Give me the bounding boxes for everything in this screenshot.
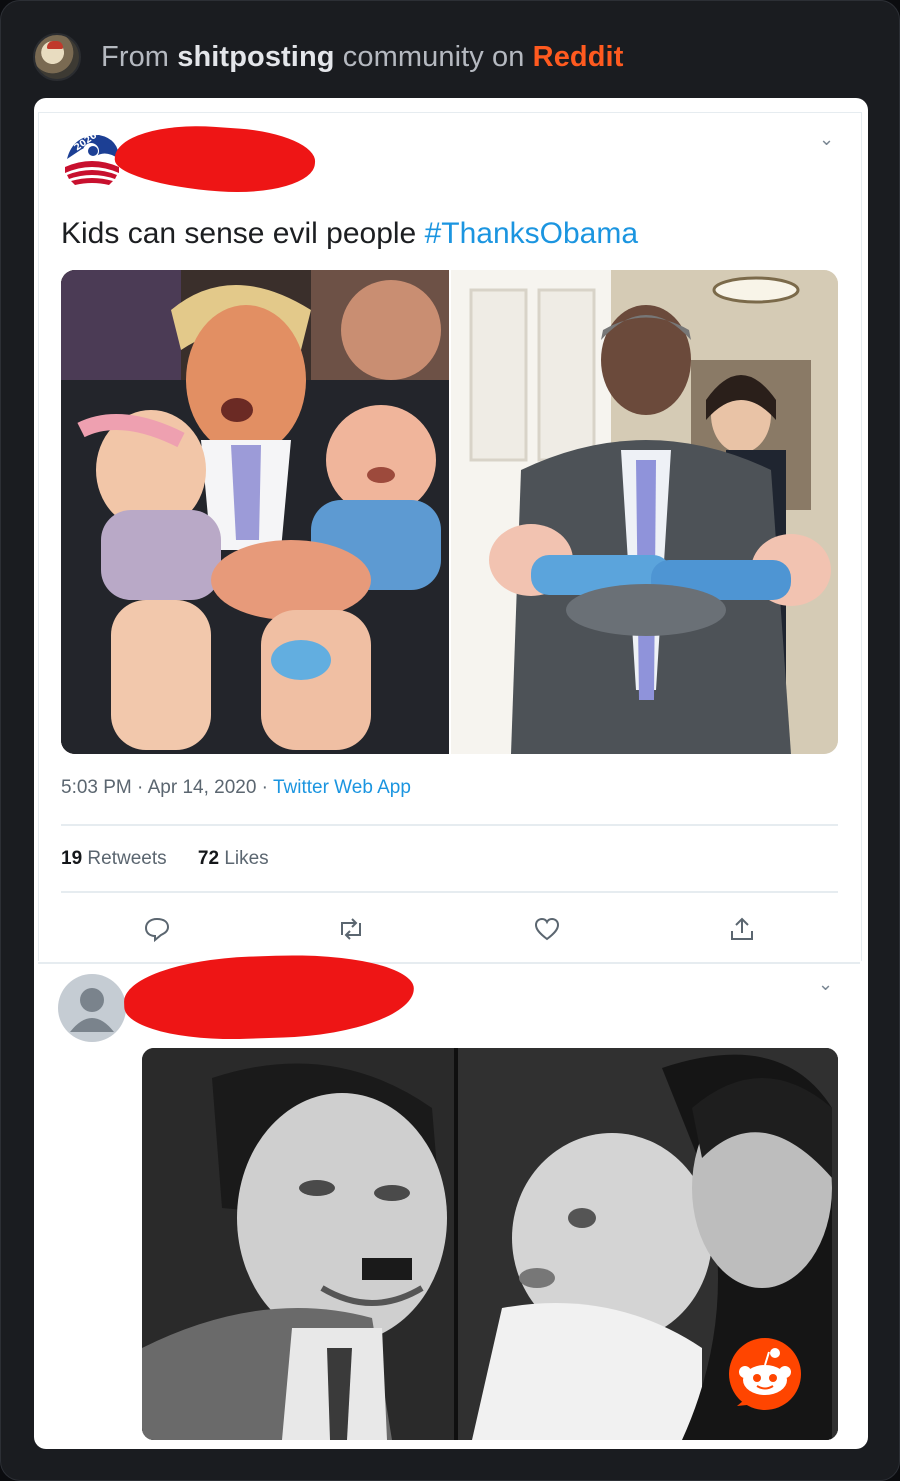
source-middle: community on: [342, 40, 525, 73]
tweet-photo-right[interactable]: [451, 270, 838, 754]
chevron-down-icon[interactable]: ⌄: [819, 129, 834, 150]
avatar-placeholder-icon[interactable]: [58, 974, 126, 1042]
tweet-timestamp[interactable]: 5:03 PM · Apr 14, 2020 ·: [61, 777, 268, 798]
tweet-meta: 5:03 PM · Apr 14, 2020 · Twitter Web App: [61, 777, 411, 799]
community-avatar[interactable]: [33, 33, 81, 81]
tweet-body: Kids can sense evil people: [61, 217, 417, 250]
retweets-stat[interactable]: 19 Retweets: [61, 848, 167, 869]
source-prefix: From: [101, 40, 170, 73]
chevron-down-icon[interactable]: ⌄: [818, 974, 833, 995]
tweet-stats: 19 Retweets 72 Likes: [61, 848, 269, 870]
tweet-text: Kids can sense evil people #ThanksObama: [61, 217, 638, 251]
share-icon[interactable]: [722, 909, 762, 949]
post-frame: From shitposting community on Reddit 202…: [0, 0, 900, 1481]
tweet-photo-left[interactable]: [61, 270, 449, 754]
reply-icon[interactable]: [137, 909, 177, 949]
reddit-snoo-icon[interactable]: [727, 1336, 803, 1412]
post-header: From shitposting community on Reddit: [33, 33, 623, 81]
hashtag-link[interactable]: #ThanksObama: [425, 217, 638, 250]
tweet-1: 2020 ⌄ Kids can sense evil people #Thank…: [38, 112, 862, 961]
redacted-username: [113, 120, 317, 198]
source-line: From shitposting community on Reddit: [101, 41, 623, 74]
tweet-source-app[interactable]: Twitter Web App: [273, 777, 411, 798]
divider: [61, 824, 838, 826]
community-name[interactable]: shitposting: [177, 41, 334, 73]
platform-name[interactable]: Reddit: [533, 41, 624, 73]
divider: [61, 891, 838, 893]
redacted-username: [122, 950, 416, 1044]
likes-stat[interactable]: 72 Likes: [198, 848, 269, 869]
screenshot-card: 2020 ⌄ Kids can sense evil people #Thank…: [34, 98, 868, 1449]
like-icon[interactable]: [527, 909, 567, 949]
retweet-icon[interactable]: [331, 909, 371, 949]
